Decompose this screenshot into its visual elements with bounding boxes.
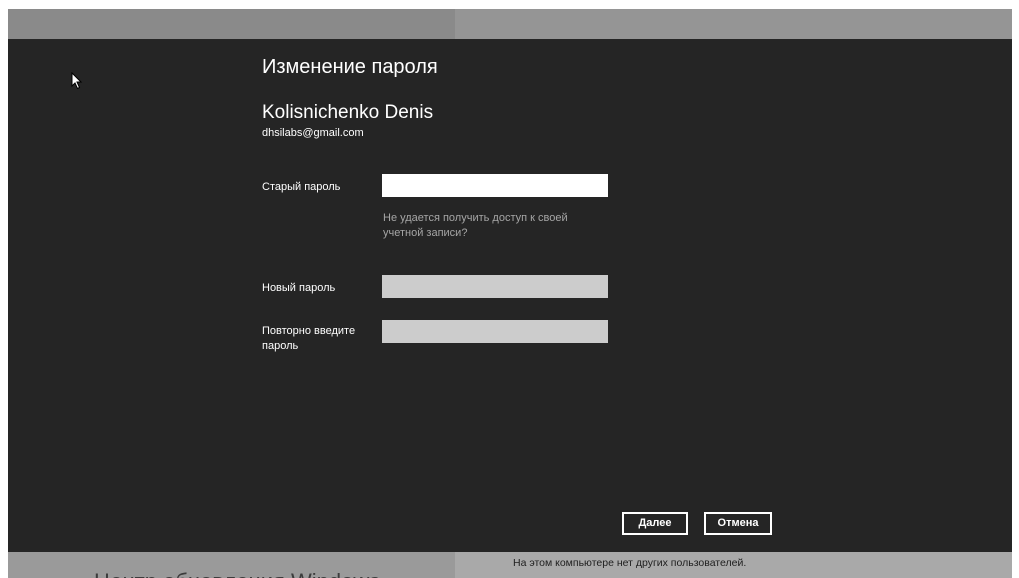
new-password-label: Новый пароль — [262, 282, 336, 294]
old-password-input[interactable] — [382, 174, 608, 197]
background-window-title: Центр обновления Windows — [94, 569, 380, 578]
change-password-dialog: Изменение пароля Kolisnichenko Denis dhs… — [8, 39, 1012, 552]
screen: Центр обновления Windows На этом компьют… — [8, 9, 1012, 578]
background-status-text: На этом компьютере нет других пользовате… — [513, 557, 747, 569]
background-top-strip-right — [455, 9, 1012, 39]
confirm-password-input[interactable] — [382, 320, 608, 343]
background-bottom-strip: Центр обновления Windows На этом компьют… — [8, 552, 1012, 578]
cancel-button[interactable]: Отмена — [704, 512, 772, 535]
account-access-help-link[interactable]: Не удается получить доступ к своей учетн… — [383, 211, 593, 241]
user-name: Kolisnichenko Denis — [262, 102, 434, 123]
new-password-input[interactable] — [382, 275, 608, 298]
dialog-title: Изменение пароля — [262, 56, 438, 78]
user-email: dhsilabs@gmail.com — [262, 127, 364, 139]
next-button[interactable]: Далее — [622, 512, 688, 535]
confirm-password-label: Повторно введите пароль — [262, 325, 356, 352]
old-password-label: Старый пароль — [262, 181, 341, 193]
background-top-strip — [8, 9, 1012, 39]
mouse-pointer-icon — [71, 72, 83, 90]
